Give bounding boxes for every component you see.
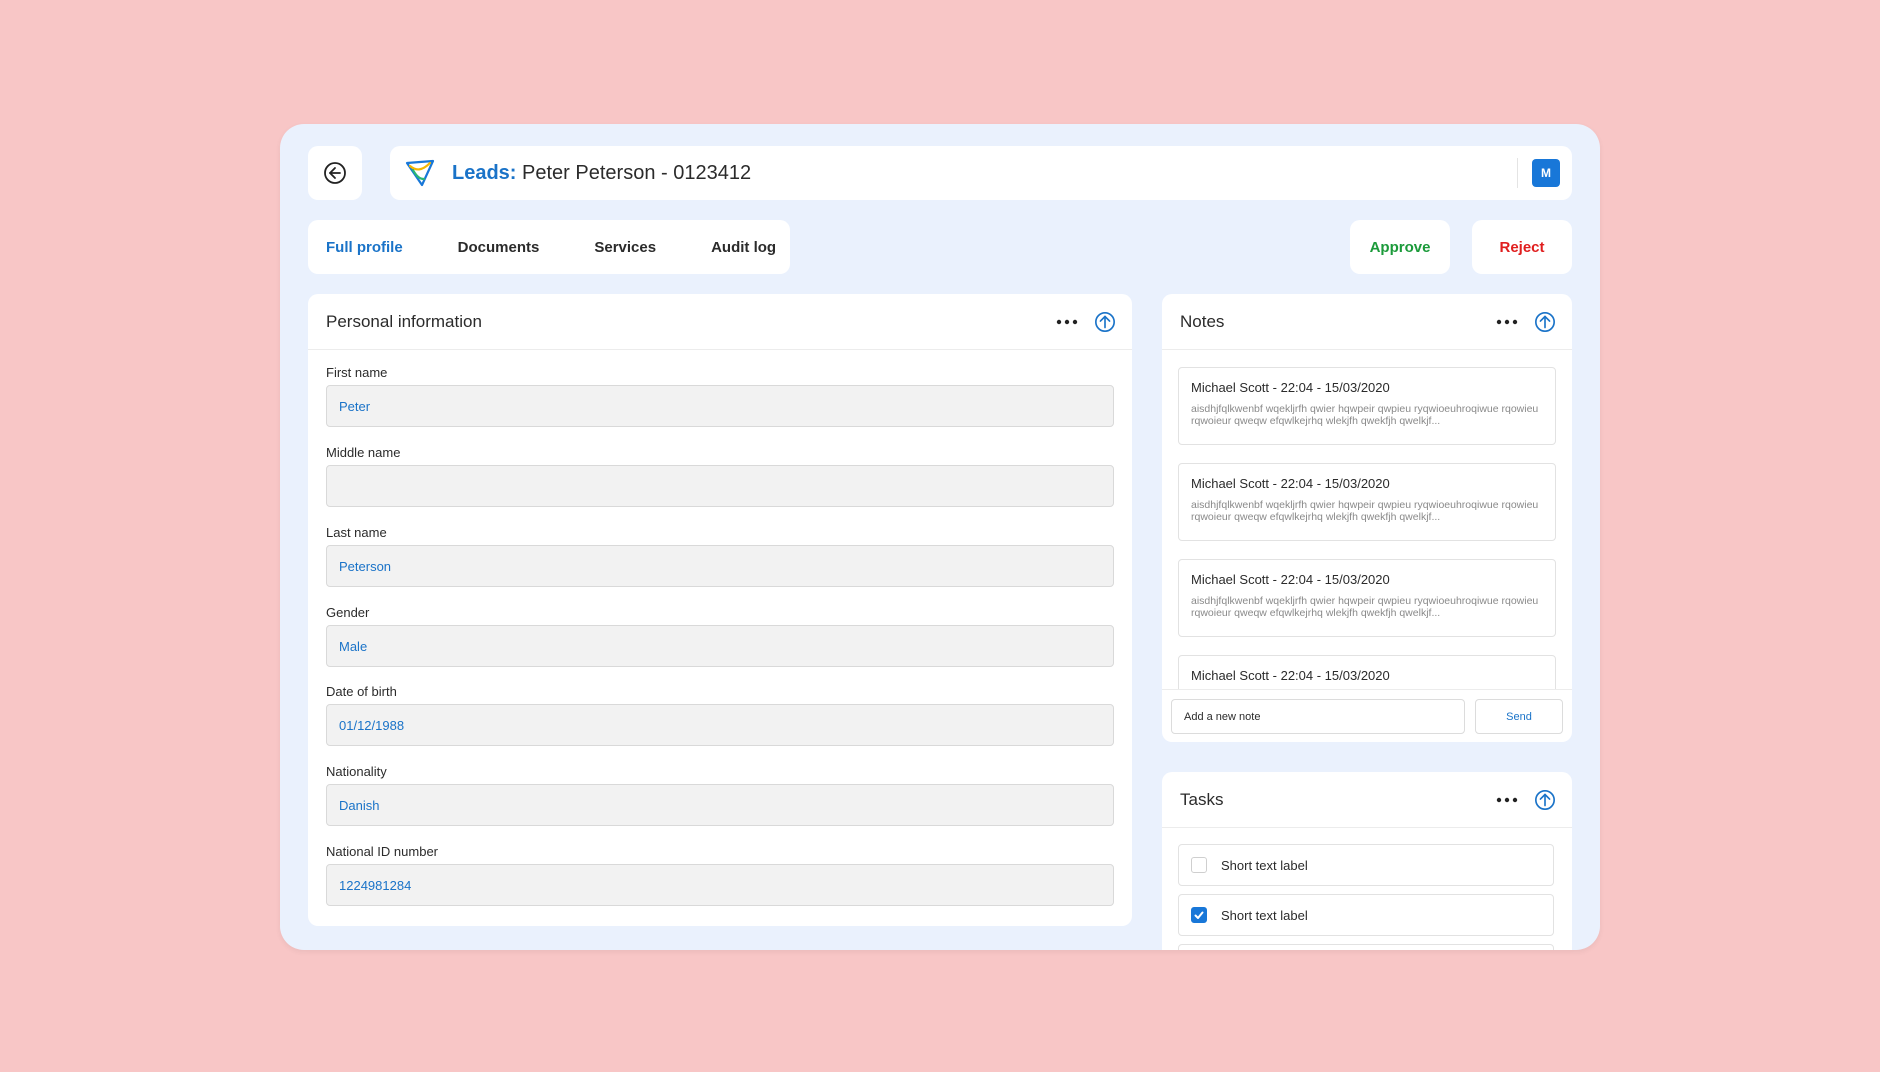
more-horizontal-icon[interactable]: [1496, 789, 1518, 811]
header-divider: [1517, 158, 1518, 188]
note-body: aisdhjfqlkwenbf wqekljrfh qwier hqwpeir …: [1191, 595, 1539, 619]
new-note-input[interactable]: Add a new note: [1171, 699, 1465, 734]
dots-icon: [1496, 319, 1518, 325]
card-actions: [1056, 311, 1116, 333]
national-id-input[interactable]: 1224981284: [326, 864, 1114, 906]
card-header: Tasks: [1162, 772, 1572, 828]
note-title: Michael Scott - 22:04 - 15/03/2020: [1191, 380, 1390, 395]
more-horizontal-icon[interactable]: [1056, 311, 1078, 333]
tab-bar: Full profile Documents Services Audit lo…: [308, 220, 790, 274]
note-title: Michael Scott - 22:04 - 15/03/2020: [1191, 668, 1390, 683]
personal-information-card: Personal information First name Peter Mi…: [308, 294, 1132, 926]
note-title: Michael Scott - 22:04 - 15/03/2020: [1191, 476, 1390, 491]
field-label: Gender: [326, 605, 370, 620]
middle-name-input[interactable]: [326, 465, 1114, 507]
first-name-input[interactable]: Peter: [326, 385, 1114, 427]
gender-input[interactable]: Male: [326, 625, 1114, 667]
notes-footer: Add a new note Send: [1162, 689, 1572, 742]
tab-audit-log[interactable]: Audit log: [711, 239, 776, 256]
header-bar: Leads: Peter Peterson - 0123412 M: [390, 146, 1572, 200]
date-of-birth-field: Date of birth 01/12/1988: [326, 685, 1114, 746]
card-title: Tasks: [1180, 789, 1224, 809]
avatar[interactable]: M: [1532, 159, 1560, 187]
send-button[interactable]: Send: [1475, 699, 1563, 734]
date-of-birth-input[interactable]: 01/12/1988: [326, 704, 1114, 746]
dots-icon: [1496, 797, 1518, 803]
task-item[interactable]: [1178, 944, 1554, 950]
page-title-prefix: Leads:: [452, 161, 517, 184]
national-id-field: National ID number 1224981284: [326, 845, 1114, 906]
more-horizontal-icon[interactable]: [1496, 311, 1518, 333]
note-body: aisdhjfqlkwenbf wqekljrfh qwier hqwpeir …: [1191, 499, 1539, 523]
tab-full-profile[interactable]: Full profile: [326, 239, 403, 256]
first-name-field: First name Peter: [326, 366, 1114, 427]
task-item[interactable]: Short text label: [1178, 894, 1554, 936]
reject-button[interactable]: Reject: [1472, 220, 1572, 274]
task-label: Short text label: [1221, 857, 1308, 873]
gender-field: Gender Male: [326, 606, 1114, 667]
task-checkbox[interactable]: [1191, 857, 1207, 873]
note-body: aisdhjfqlkwenbf wqekljrfh qwier hqwpeir …: [1191, 403, 1539, 427]
arrow-up-circle-icon[interactable]: [1534, 311, 1556, 333]
tab-services[interactable]: Services: [594, 239, 656, 256]
field-label: First name: [326, 365, 388, 380]
field-label: Middle name: [326, 445, 401, 460]
page-title: Leads: Peter Peterson - 0123412: [452, 162, 751, 185]
arrow-left-circle-icon: [324, 162, 346, 184]
note-title: Michael Scott - 22:04 - 15/03/2020: [1191, 572, 1390, 587]
task-checkbox-checked[interactable]: [1191, 907, 1207, 923]
card-title: Notes: [1180, 311, 1225, 331]
note-item[interactable]: Michael Scott - 22:04 - 15/03/2020 aisdh…: [1178, 463, 1556, 541]
nationality-field: Nationality Danish: [326, 765, 1114, 826]
task-item[interactable]: Short text label: [1178, 844, 1554, 886]
dots-icon: [1056, 319, 1078, 325]
field-label: Nationality: [326, 764, 387, 779]
back-button[interactable]: [308, 146, 362, 200]
last-name-field: Last name Peterson: [326, 526, 1114, 587]
page-title-text: Peter Peterson - 0123412: [522, 161, 752, 184]
arrow-up-circle-icon[interactable]: [1534, 789, 1556, 811]
card-title: Personal information: [326, 311, 482, 331]
field-label: National ID number: [326, 844, 438, 859]
app-window: Leads: Peter Peterson - 0123412 M Full p…: [280, 124, 1600, 950]
approve-button[interactable]: Approve: [1350, 220, 1450, 274]
notes-card: Notes Michael Scott - 22:04 - 15/03/2020…: [1162, 294, 1572, 742]
field-label: Date of birth: [326, 684, 397, 699]
task-label: Short text label: [1221, 907, 1308, 923]
card-header: Notes: [1162, 294, 1572, 350]
note-item[interactable]: Michael Scott - 22:04 - 15/03/2020 aisdh…: [1178, 559, 1556, 637]
card-actions: [1496, 789, 1556, 811]
card-actions: [1496, 311, 1556, 333]
card-header: Personal information: [308, 294, 1132, 350]
middle-name-field: Middle name: [326, 446, 1114, 507]
app-logo-icon: [405, 159, 435, 187]
tasks-card: Tasks Short text label Short text label: [1162, 772, 1572, 950]
field-label: Last name: [326, 525, 387, 540]
notes-list[interactable]: Michael Scott - 22:04 - 15/03/2020 aisdh…: [1162, 351, 1572, 689]
note-item[interactable]: Michael Scott - 22:04 - 15/03/2020 aisdh…: [1178, 367, 1556, 445]
last-name-input[interactable]: Peterson: [326, 545, 1114, 587]
check-icon: [1194, 911, 1204, 919]
tab-documents[interactable]: Documents: [458, 239, 540, 256]
arrow-up-circle-icon[interactable]: [1094, 311, 1116, 333]
nationality-input[interactable]: Danish: [326, 784, 1114, 826]
note-item[interactable]: Michael Scott - 22:04 - 15/03/2020: [1178, 655, 1556, 689]
